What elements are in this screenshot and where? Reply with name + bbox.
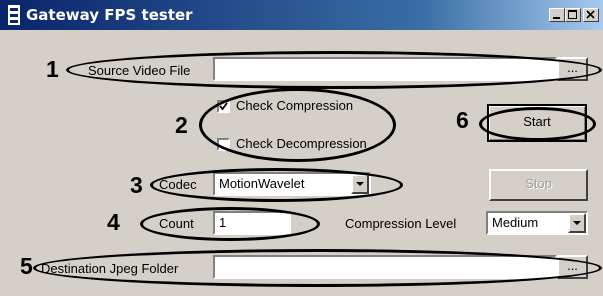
- destination-browse-button[interactable]: ...: [557, 255, 588, 279]
- app-window: Gateway FPS tester 1 Source Video File .…: [0, 0, 603, 296]
- check-decompression-checkbox[interactable]: [217, 138, 230, 151]
- codec-label: Codec: [159, 177, 197, 192]
- compression-level-dropdown-button[interactable]: [568, 213, 586, 233]
- maximize-button[interactable]: [565, 8, 581, 22]
- minimize-button[interactable]: [549, 8, 565, 22]
- annotation-6: 6: [456, 107, 469, 133]
- app-icon: [8, 5, 20, 25]
- maximize-icon: [568, 10, 577, 19]
- compression-level-label: Compression Level: [345, 216, 457, 231]
- codec-value: MotionWavelet: [219, 176, 305, 191]
- checkmark-icon: [219, 102, 228, 111]
- chevron-down-icon: [573, 221, 581, 225]
- annotation-5: 5: [20, 253, 33, 279]
- source-browse-button[interactable]: ...: [557, 57, 588, 81]
- check-compression-label: Check Compression: [236, 98, 354, 113]
- start-button[interactable]: Start: [487, 104, 587, 142]
- minimize-icon: [553, 17, 560, 19]
- annotation-2: 2: [175, 112, 188, 138]
- annotation-4: 4: [107, 209, 120, 235]
- count-input[interactable]: 1: [213, 211, 291, 235]
- count-label: Count: [159, 216, 194, 231]
- destination-jpeg-folder-input[interactable]: [213, 255, 557, 279]
- source-video-file-input[interactable]: [213, 57, 557, 81]
- source-video-file-label: Source Video File: [88, 63, 191, 78]
- title-bar: Gateway FPS tester: [0, 0, 603, 30]
- compression-level-value: Medium: [492, 215, 539, 230]
- chevron-down-icon: [356, 182, 364, 186]
- codec-dropdown-button[interactable]: [351, 174, 369, 194]
- close-icon: [586, 10, 595, 19]
- close-button[interactable]: [583, 8, 599, 22]
- check-decompression-label: Check Decompression: [236, 136, 367, 151]
- check-compression-checkbox[interactable]: [217, 100, 230, 113]
- stop-button[interactable]: Stop: [489, 169, 588, 201]
- annotation-3: 3: [130, 172, 143, 198]
- codec-select[interactable]: MotionWavelet: [213, 172, 371, 196]
- destination-jpeg-folder-label: Destination Jpeg Folder: [41, 261, 179, 276]
- client-area: 1 Source Video File ... 2 Check Compress…: [0, 30, 603, 296]
- annotation-1: 1: [46, 56, 59, 82]
- window-title: Gateway FPS tester: [26, 6, 193, 24]
